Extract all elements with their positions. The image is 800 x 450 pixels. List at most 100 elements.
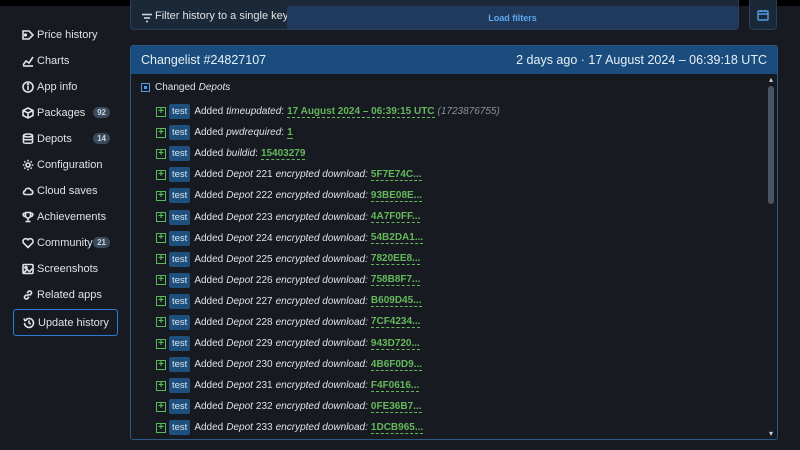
entry-suffix: encrypted download: <box>275 422 368 434</box>
depot-word: Depot <box>226 338 253 350</box>
entry-value[interactable]: 943D720... <box>370 338 420 350</box>
change-entry-row: + test Added Depot 230 encrypted download: 4B6… <box>156 354 756 375</box>
added-plus-icon: + <box>156 380 166 391</box>
branch-tag[interactable]: test <box>169 336 191 352</box>
change-entry-row: + test Added Depot 227 encrypted download: B60… <box>156 291 756 312</box>
sidebar-item-related-apps[interactable]: Related apps <box>13 282 118 308</box>
entry-suffix: encrypted download: <box>275 380 368 392</box>
branch-tag[interactable]: test <box>169 272 191 288</box>
action-label: Added <box>194 422 224 434</box>
added-plus-icon: + <box>156 190 166 201</box>
sidebar-item-label: Screenshots <box>37 263 99 275</box>
price-tag-icon <box>21 29 34 42</box>
change-entry-row: + test Added Depot 228 encrypted download: 7CF… <box>156 312 756 333</box>
sidebar-item-packages[interactable]: Packages 92 <box>13 100 118 126</box>
depot-id: 227 <box>255 295 273 307</box>
entry-value[interactable]: 54B2DA1... <box>370 232 424 245</box>
scroll-thumb[interactable] <box>768 86 774 204</box>
branch-tag[interactable]: test <box>169 314 191 330</box>
change-entries: + test Added timeupdated:17 August 2024 – 0… <box>156 101 756 439</box>
depot-word: Depot <box>226 380 253 392</box>
sidebar-item-update-history[interactable]: Update history <box>13 309 118 336</box>
entry-value[interactable]: 1 <box>287 127 293 139</box>
action-label: Added <box>194 148 224 160</box>
entry-value[interactable]: B609D45... <box>370 295 422 308</box>
scrollbar[interactable]: ▴ ▾ <box>767 74 775 439</box>
scroll-up-icon[interactable]: ▴ <box>767 76 775 84</box>
sidebar-item-cloud-saves[interactable]: Cloud saves <box>13 178 118 204</box>
added-plus-icon: + <box>156 359 166 370</box>
action-label: Added <box>194 380 224 392</box>
sidebar-item-app-info[interactable]: App info <box>13 74 118 100</box>
info-icon <box>21 81 34 94</box>
entry-suffix: encrypted download: <box>275 169 368 181</box>
changed-key: Depots <box>198 82 231 93</box>
action-label: Added <box>194 253 224 265</box>
branch-tag[interactable]: test <box>169 399 191 415</box>
sidebar-item-price-history[interactable]: Price history <box>13 22 118 48</box>
trophy-icon <box>21 211 34 224</box>
entry-value[interactable]: 17 August 2024 – 06:39:15 UTC <box>287 106 435 118</box>
action-label: Added <box>194 401 224 413</box>
load-filters-button[interactable]: Load filters <box>287 6 738 29</box>
entry-value[interactable]: 758B8F7... <box>370 274 421 287</box>
sidebar-item-depots[interactable]: Depots 14 <box>13 126 118 152</box>
calendar-button[interactable] <box>749 0 777 30</box>
added-plus-icon: + <box>156 296 166 307</box>
branch-tag[interactable]: test <box>169 209 191 225</box>
branch-tag[interactable]: test <box>169 104 191 120</box>
changelist-title[interactable]: Changelist #24827107 <box>141 53 266 67</box>
entry-value[interactable]: 5F7E74C... <box>370 169 422 181</box>
entry-value[interactable]: 4B6F0D9... <box>370 359 423 371</box>
sidebar-item-achievements[interactable]: Achievements <box>13 204 118 230</box>
branch-tag[interactable]: test <box>169 146 191 162</box>
entry-value[interactable]: 7820EE8... <box>370 253 421 266</box>
sidebar-item-charts[interactable]: Charts <box>13 48 118 74</box>
entry-value[interactable]: 15403279 <box>260 148 306 160</box>
branch-tag[interactable]: test <box>169 378 191 394</box>
branch-tag[interactable]: test <box>169 188 191 204</box>
entry-value[interactable]: 93BE08E... <box>370 190 423 202</box>
sidebar-item-configuration[interactable]: Configuration <box>13 152 118 178</box>
branch-tag[interactable]: test <box>169 125 191 141</box>
branch-tag[interactable]: test <box>169 357 191 373</box>
change-entry-row: + test Added timeupdated:17 August 2024 – 0… <box>156 101 756 122</box>
sidebar-item-community[interactable]: Community 21 <box>13 230 118 256</box>
action-label: Added <box>194 232 224 244</box>
change-entry-row: + test Added Depot 231 encrypted download: F4F… <box>156 375 756 396</box>
action-label: Added <box>194 106 224 118</box>
entry-extra: (1723876755) <box>437 106 500 118</box>
entry-value[interactable]: 0FE36B7... <box>370 401 422 413</box>
sidebar-item-label: Achievements <box>37 211 107 223</box>
depot-word: Depot <box>226 253 253 265</box>
added-plus-icon: + <box>156 169 166 180</box>
entry-key: buildid <box>226 148 256 160</box>
branch-tag[interactable]: test <box>169 167 191 183</box>
change-entry-row: + test Added Depot 229 encrypted download: 943… <box>156 333 756 354</box>
change-entry-row: + test Added Depot 222 encrypted download: 93B… <box>156 185 756 206</box>
added-plus-icon: + <box>156 317 166 328</box>
depot-id: 223 <box>255 211 273 223</box>
entry-value[interactable]: 1DCB965... <box>370 422 424 434</box>
entry-value[interactable]: F4F0616... <box>370 380 420 392</box>
entry-value[interactable]: 7CF4234... <box>370 316 421 329</box>
chart-line-icon <box>21 55 34 68</box>
database-icon <box>21 133 34 146</box>
entry-value[interactable]: 4A7F0FF... <box>370 211 421 224</box>
entry-suffix: encrypted download: <box>275 359 368 371</box>
depot-word: Depot <box>226 274 253 286</box>
branch-tag[interactable]: test <box>169 251 191 267</box>
depot-id: 233 <box>255 422 273 434</box>
entry-key: timeupdated <box>226 106 282 118</box>
changed-prefix: Changed <box>155 82 196 93</box>
sidebar-item-label: App info <box>37 81 78 93</box>
filter-label[interactable]: Filter history to a single key <box>155 10 288 22</box>
sidebar-item-screenshots[interactable]: Screenshots <box>13 256 118 282</box>
branch-tag[interactable]: test <box>169 230 191 246</box>
history-icon <box>22 316 35 329</box>
scroll-down-icon[interactable]: ▾ <box>767 430 775 438</box>
entry-suffix: encrypted download: <box>275 401 368 413</box>
branch-tag[interactable]: test <box>169 420 191 436</box>
branch-tag[interactable]: test <box>169 293 191 309</box>
link-icon <box>21 289 34 302</box>
